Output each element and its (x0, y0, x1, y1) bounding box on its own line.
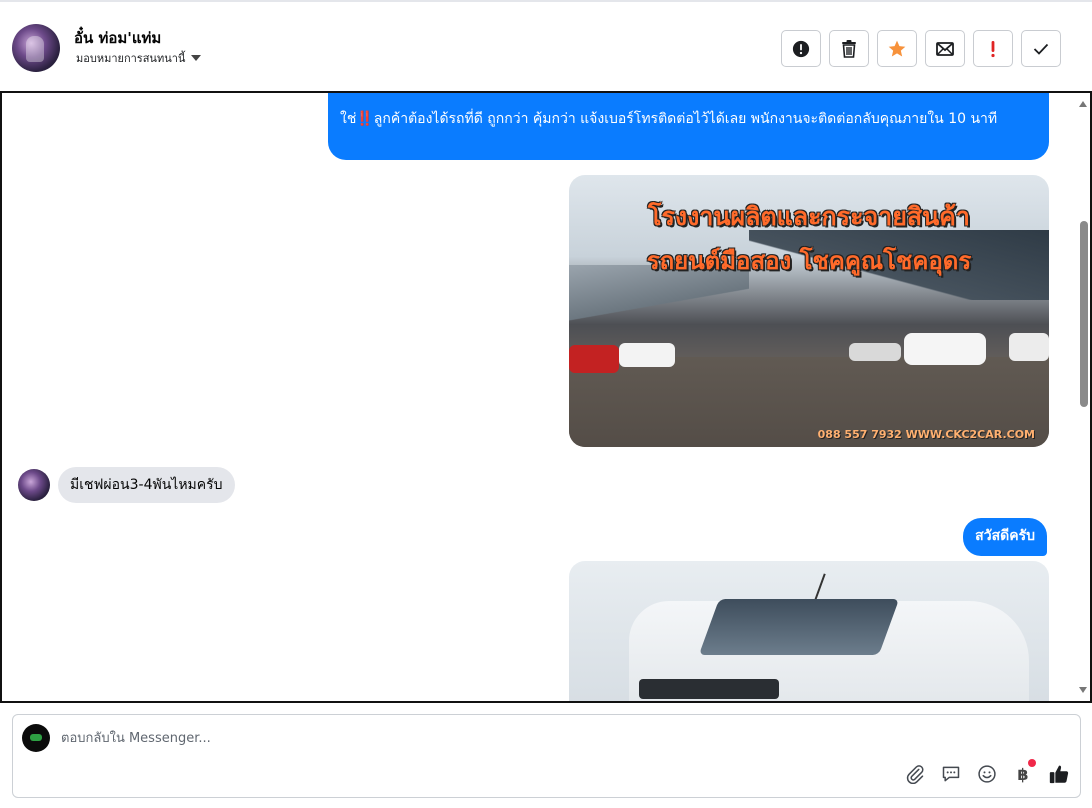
incoming-message[interactable]: มีเชฟผ่อน3-4พันไหมครับ (58, 467, 235, 503)
delete-button[interactable] (829, 30, 869, 67)
notification-dot (1028, 759, 1036, 767)
shared-image-truck[interactable] (569, 561, 1049, 701)
composer-tools: ฿ (904, 759, 1070, 785)
thread-scrollbar[interactable] (1076, 93, 1090, 701)
assign-conversation-dropdown[interactable]: มอบหมายการสนทนานี้ (76, 49, 202, 67)
image-title-line1: โรงงานผลิตและกระจายสินค้า (648, 202, 970, 231)
sender-avatar[interactable] (18, 469, 50, 501)
message-text: ลูกค้าต้องได้รถที่ดี ถูกกว่า คุ้มกว่า แจ… (373, 111, 998, 127)
mark-spam-button[interactable] (781, 30, 821, 67)
assign-label: มอบหมายการสนทนานี้ (76, 52, 186, 65)
paperclip-icon (906, 765, 924, 784)
double-exclamation-emoji: ‼️ (356, 111, 374, 127)
emoji-button[interactable] (976, 763, 998, 785)
reply-composer: ฿ (12, 714, 1081, 798)
scrollbar-thumb[interactable] (1080, 221, 1088, 407)
envelope-icon (936, 41, 954, 56)
exclamation-icon (991, 40, 995, 57)
thumbs-up-icon (1049, 765, 1069, 784)
message-thread[interactable]: ใช่‼️ลูกค้าต้องได้รถที่ดี ถูกกว่า คุ้มกว… (0, 91, 1092, 703)
checkmark-icon (1033, 43, 1049, 55)
message-prefix: ใช่ (340, 111, 357, 127)
contact-avatar[interactable] (12, 24, 60, 72)
saved-replies-icon (942, 766, 960, 782)
emoji-icon (978, 765, 996, 783)
contact-name[interactable]: อั๋น ท่อม'แท่ม (74, 26, 161, 50)
star-icon (888, 40, 906, 56)
reply-input[interactable] (61, 728, 861, 748)
like-button[interactable] (1048, 763, 1070, 785)
baht-icon: ฿ (1017, 764, 1029, 784)
incoming-message-row: มีเชฟผ่อน3-4พันไหมครับ (18, 467, 235, 503)
scroll-down-arrow-icon[interactable] (1079, 687, 1087, 693)
image-footer-text: 088 557 7932 WWW.CKC2CAR.COM (817, 428, 1035, 441)
outgoing-message-greeting[interactable]: สวัสดีครับ (963, 518, 1047, 556)
outgoing-message[interactable]: ใช่‼️ลูกค้าต้องได้รถที่ดี ถูกกว่า คุ้มกว… (328, 93, 1049, 160)
image-title-line2: รถยนต์มือสอง โชคคูณโชคอุดร (646, 246, 972, 275)
scroll-up-arrow-icon[interactable] (1079, 101, 1087, 107)
follow-up-button[interactable] (973, 30, 1013, 67)
caret-down-icon (191, 55, 202, 61)
mark-done-button[interactable] (1021, 30, 1061, 67)
shared-image-dealership[interactable]: โรงงานผลิตและกระจายสินค้า รถยนต์มือสอง โ… (569, 175, 1049, 447)
page-avatar (22, 724, 50, 752)
attach-button[interactable] (904, 763, 926, 785)
alert-circle-icon (792, 40, 810, 57)
saved-replies-button[interactable] (940, 763, 962, 785)
trash-icon (842, 39, 856, 58)
star-button[interactable] (877, 30, 917, 67)
conversation-header: อั๋น ท่อม'แท่ม มอบหมายการสนทนานี้ (0, 0, 1092, 90)
mark-unread-button[interactable] (925, 30, 965, 67)
header-actions (781, 30, 1061, 67)
payment-button[interactable]: ฿ (1012, 759, 1036, 785)
